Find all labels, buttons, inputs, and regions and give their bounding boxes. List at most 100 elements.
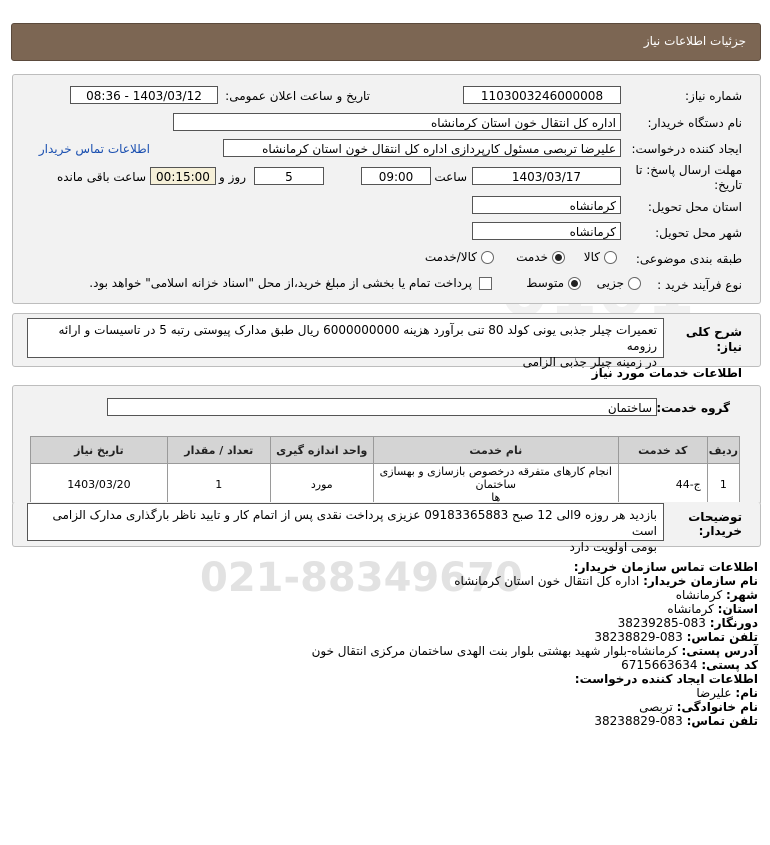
announce-label: تاریخ و ساعت اعلان عمومی: xyxy=(225,89,370,103)
col-unit: واحد اندازه گیری xyxy=(269,436,374,464)
contact-title-text: اطلاعات تماس سازمان خریدار: xyxy=(573,560,758,574)
summary-text: تعمیرات چیلر جذبی یونی کولد 80 تنی برآور… xyxy=(27,318,664,369)
remaining-label: ساعت باقی مانده xyxy=(56,170,146,184)
process-label: نوع فرآیند خرید : xyxy=(657,278,742,292)
contact-address: آدرس پستی: کرمانشاه-بلوار شهید بهشتی بلو… xyxy=(312,644,758,658)
time-label: ساعت xyxy=(434,170,467,184)
service-group-label: گروه خدمت: xyxy=(656,401,730,415)
treasury-checkbox[interactable] xyxy=(479,277,492,290)
contact-province-value: کرمانشاه xyxy=(667,602,714,616)
contact-phone-value: 083-38238829 xyxy=(594,630,683,644)
col-code: کد خدمت xyxy=(617,436,708,464)
contact-address-value: کرمانشاه-بلوار شهید بهشتی بلوار بنت الهد… xyxy=(311,644,678,658)
creator-name: نام: علیرضا xyxy=(696,686,758,700)
province-field: کرمانشاه xyxy=(472,196,621,214)
page-title: جزئیات اطلاعات نیاز xyxy=(643,34,746,48)
creator-name-value: علیرضا xyxy=(696,686,732,700)
process-radio-medium[interactable] xyxy=(568,277,581,290)
contact-city-key: شهر: xyxy=(726,588,758,602)
category-service-label: خدمت xyxy=(516,250,548,264)
buyer-org-field: اداره کل انتقال خون استان کرمانشاه xyxy=(173,113,621,131)
creator-phone-value: 083-38238829 xyxy=(594,714,683,728)
contact-phone: تلفن تماس: 083-38238829 xyxy=(594,630,758,644)
contact-address-key: آدرس پستی: xyxy=(681,644,758,658)
contact-title: اطلاعات تماس سازمان خریدار: xyxy=(574,560,758,574)
contact-phone-key: تلفن تماس: xyxy=(686,630,758,644)
creator-name-key: نام: xyxy=(735,686,758,700)
category-goods-service-label: کالا/خدمت xyxy=(424,250,477,264)
contact-postal-key: کد پستی: xyxy=(701,658,758,672)
table-header-row: ردیف کد خدمت نام خدمت واحد اندازه گیری ت… xyxy=(30,436,741,464)
row-code: ج-44 xyxy=(617,463,708,506)
creator-phone-key: تلفن تماس: xyxy=(686,714,758,728)
creator-family: نام خانوادگی: تربصی xyxy=(639,700,758,714)
city-field: کرمانشاه xyxy=(472,222,621,240)
process-radio-minor[interactable] xyxy=(628,277,641,290)
remaining-time-field: 00:15:00 xyxy=(150,167,216,185)
category-goods-label: کالا xyxy=(583,250,600,264)
province-label: استان محل تحویل: xyxy=(647,200,742,214)
creator-family-key: نام خانوادگی: xyxy=(676,700,758,714)
col-index: ردیف xyxy=(706,436,741,464)
payment-note: پرداخت تمام یا بخشی از مبلغ خرید،از محل … xyxy=(89,276,472,290)
city-label: شهر محل تحویل: xyxy=(655,226,742,240)
services-table: ردیف کد خدمت نام خدمت واحد اندازه گیری ت… xyxy=(30,436,741,506)
process-medium-label: متوسط xyxy=(526,276,564,290)
col-qty: تعداد / مقدار xyxy=(166,436,271,464)
deadline-time-field: 09:00 xyxy=(361,167,431,185)
category-label: طبقه بندی موضوعی: xyxy=(635,252,742,266)
row-date: 1403/03/20 xyxy=(30,463,168,506)
row-name: انجام کارهای متفرقه درخصوص بازسازی و بهس… xyxy=(372,463,619,506)
contact-org-value: اداره کل انتقال خون استان کرمانشاه xyxy=(454,574,640,588)
contact-fax: دورنگار: 083-38239285 xyxy=(618,616,758,630)
creator-field: علیرضا تربصی مسئول کارپردازی اداره کل ان… xyxy=(223,139,621,157)
row-qty: 1 xyxy=(166,463,271,506)
col-date: تاریخ نیاز xyxy=(30,436,168,464)
notes-line-1: بازدید هر روزه 9الی 12 صبح 09183365883 ع… xyxy=(52,508,657,538)
notes-label-1: توضیحات xyxy=(688,510,742,524)
contact-province-key: استان: xyxy=(717,602,758,616)
summary-line-2: در زمینه چیلر جذبی الزامی xyxy=(522,355,657,369)
contact-city-value: کرمانشاه xyxy=(675,588,723,602)
contact-org-key: نام سازمان خریدار: xyxy=(643,574,758,588)
process-minor-label: جزیی xyxy=(596,276,624,290)
notes-label-2: خریدار: xyxy=(698,524,742,538)
notes-line-2: بومی اولویت دارد xyxy=(569,540,657,554)
creator-title-text: اطلاعات ایجاد کننده درخواست: xyxy=(574,672,758,686)
category-radio-service[interactable] xyxy=(552,251,565,264)
service-group-field: ساختمان xyxy=(107,398,657,416)
creator-label: ایجاد کننده درخواست: xyxy=(631,142,742,156)
creator-phone: تلفن تماس: 083-38238829 xyxy=(594,714,758,728)
summary-line-1: تعمیرات چیلر جذبی یونی کولد 80 تنی برآور… xyxy=(58,323,658,353)
contact-province: استان: کرمانشاه xyxy=(667,602,758,616)
details-panel xyxy=(12,74,761,304)
buyer-contact-link[interactable]: اطلاعات تماس خریدار xyxy=(39,142,150,156)
row-index: 1 xyxy=(706,463,741,506)
contact-city: شهر: کرمانشاه xyxy=(676,588,758,602)
row-name-line-1: انجام کارهای متفرقه درخصوص بازسازی و بهس… xyxy=(379,465,612,491)
notes-text: بازدید هر روزه 9الی 12 صبح 09183365883 ع… xyxy=(27,503,664,554)
days-label: روز و xyxy=(219,170,246,184)
page-header: جزئیات اطلاعات نیاز xyxy=(11,23,761,61)
announce-field: 1403/03/12 - 08:36 xyxy=(70,86,218,104)
table-row: 1 ج-44 انجام کارهای متفرقه درخصوص بازساز… xyxy=(30,463,741,506)
need-number-label: شماره نیاز: xyxy=(685,89,742,103)
buyer-org-label: نام دستگاه خریدار: xyxy=(647,116,743,130)
deadline-label-date: تاریخ: xyxy=(714,178,742,192)
days-field: 5 xyxy=(254,167,324,185)
col-name: نام خدمت xyxy=(372,436,619,464)
deadline-date-field: 1403/03/17 xyxy=(472,167,621,185)
need-number-field: 1103003246000008 xyxy=(463,86,621,104)
row-unit: مورد xyxy=(269,463,374,506)
contact-org: نام سازمان خریدار: اداره کل انتقال خون ا… xyxy=(454,574,758,588)
summary-label: شرح کلی نیاز: xyxy=(685,325,742,354)
services-section-title: اطلاعات خدمات مورد نیاز xyxy=(591,366,742,380)
contact-postal: کد پستی: 6715663634 xyxy=(621,658,758,672)
creator-title: اطلاعات ایجاد کننده درخواست: xyxy=(575,672,758,686)
category-radio-goods-service[interactable] xyxy=(481,251,494,264)
contact-fax-key: دورنگار: xyxy=(709,616,758,630)
contact-postal-value: 6715663634 xyxy=(621,658,698,672)
deadline-label: مهلت ارسال پاسخ: تا xyxy=(635,163,742,177)
category-radio-goods[interactable] xyxy=(604,251,617,264)
contact-fax-value: 083-38239285 xyxy=(617,616,706,630)
